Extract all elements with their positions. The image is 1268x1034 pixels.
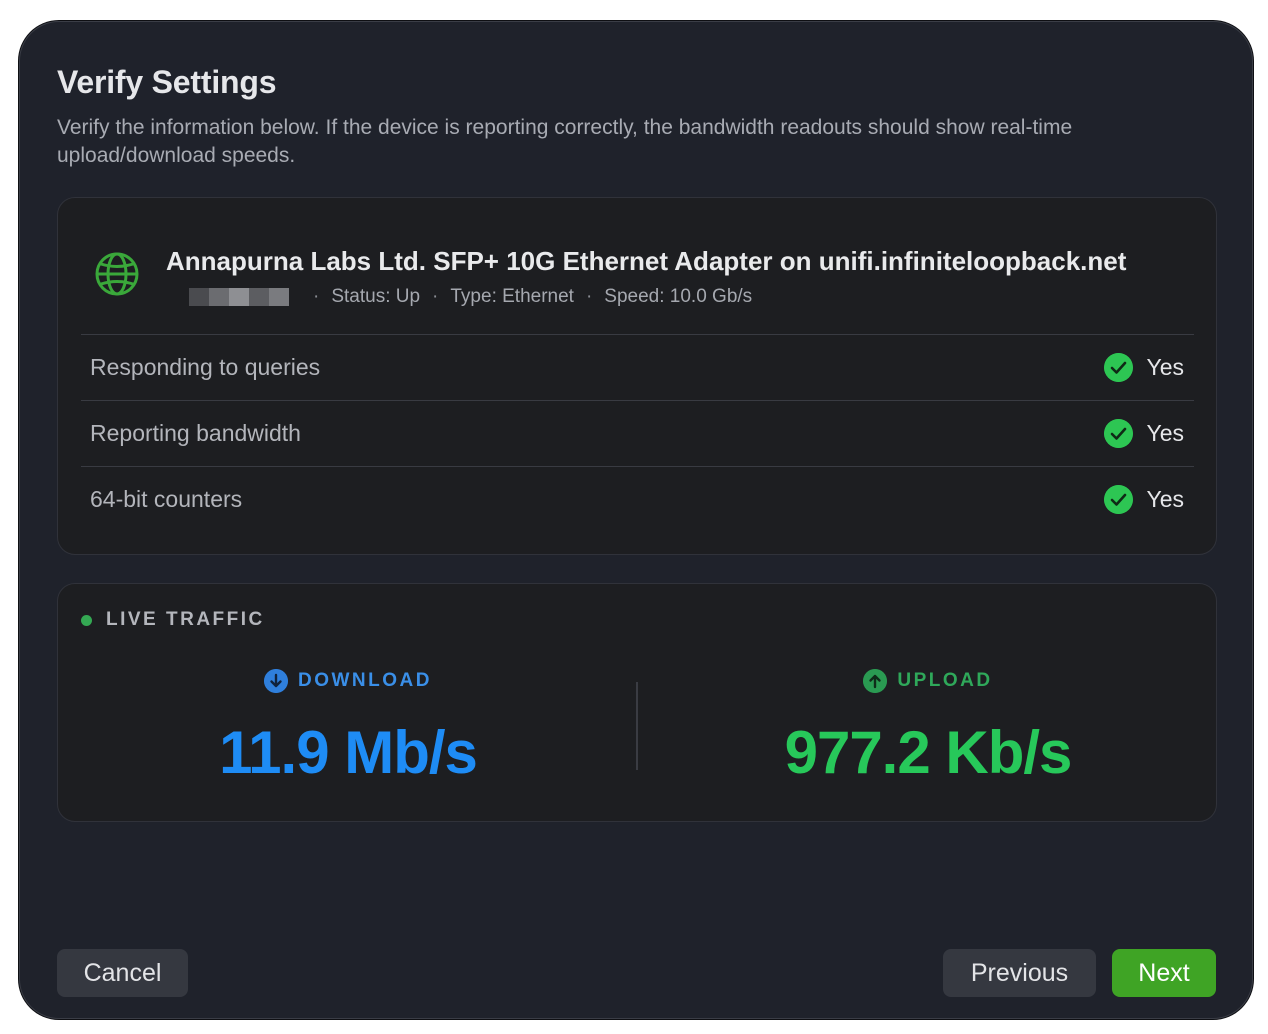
dialog-title: Verify Settings [57,64,277,100]
upload-label: UPLOAD [897,670,993,691]
upload-label-row: UPLOAD [863,669,992,693]
redacted-mac-address [189,288,289,306]
check-row-64bit: 64-bit counters Yes [81,466,1194,532]
checkmark-icon [1104,353,1133,382]
previous-button[interactable]: Previous [943,949,1096,997]
device-header: Annapurna Labs Ltd. SFP+ 10G Ethernet Ad… [58,198,1216,335]
dialog-subtitle: Verify the information below. If the dev… [57,116,1073,167]
live-traffic-label: LIVE TRAFFIC [106,609,265,630]
download-speed: 11.9 Mb/s [219,719,478,786]
checkmark-icon [1104,419,1133,448]
download-label-row: DOWNLOAD [264,669,432,693]
checkmark-icon [1104,485,1133,514]
cancel-button[interactable]: Cancel [57,949,188,997]
check-value: Yes [1146,486,1184,512]
download-arrow-icon [264,669,288,693]
live-traffic-card: LIVE TRAFFIC DOWNLOAD 11.9 Mb/s UPLOAD 9… [57,583,1217,822]
meta-separator: · [432,286,439,307]
upload-speed: 977.2 Kb/s [784,719,1073,786]
download-metric: DOWNLOAD 11.9 Mb/s [58,669,638,787]
meta-separator: · [313,286,320,307]
device-meta: · Status: Up · Type: Ethernet · Speed: 1… [189,286,752,308]
check-label: 64-bit counters [90,486,243,512]
device-speed: Speed: 10.0 Gb/s [604,286,753,307]
device-type: Type: Ethernet [450,286,574,307]
verify-settings-dialog: Verify Settings Verify the information b… [19,21,1253,1019]
upload-metric: UPLOAD 977.2 Kb/s [638,669,1218,787]
download-label: DOWNLOAD [298,670,432,691]
live-indicator-dot [81,614,92,626]
check-label: Reporting bandwidth [90,420,301,446]
live-traffic-heading: LIVE TRAFFIC [81,609,265,631]
globe-icon [95,252,139,296]
device-name: Annapurna Labs Ltd. SFP+ 10G Ethernet Ad… [166,246,1127,276]
check-row-responding: Responding to queries Yes [81,334,1194,400]
upload-arrow-icon [863,669,888,693]
check-label: Responding to queries [90,354,321,380]
meta-separator: · [585,286,593,307]
device-card: Annapurna Labs Ltd. SFP+ 10G Ethernet Ad… [57,197,1217,555]
check-value: Yes [1146,354,1184,380]
check-row-bandwidth: Reporting bandwidth Yes [81,400,1194,466]
check-value: Yes [1146,420,1184,446]
next-button[interactable]: Next [1112,949,1216,997]
device-status: Status: Up [331,286,421,307]
